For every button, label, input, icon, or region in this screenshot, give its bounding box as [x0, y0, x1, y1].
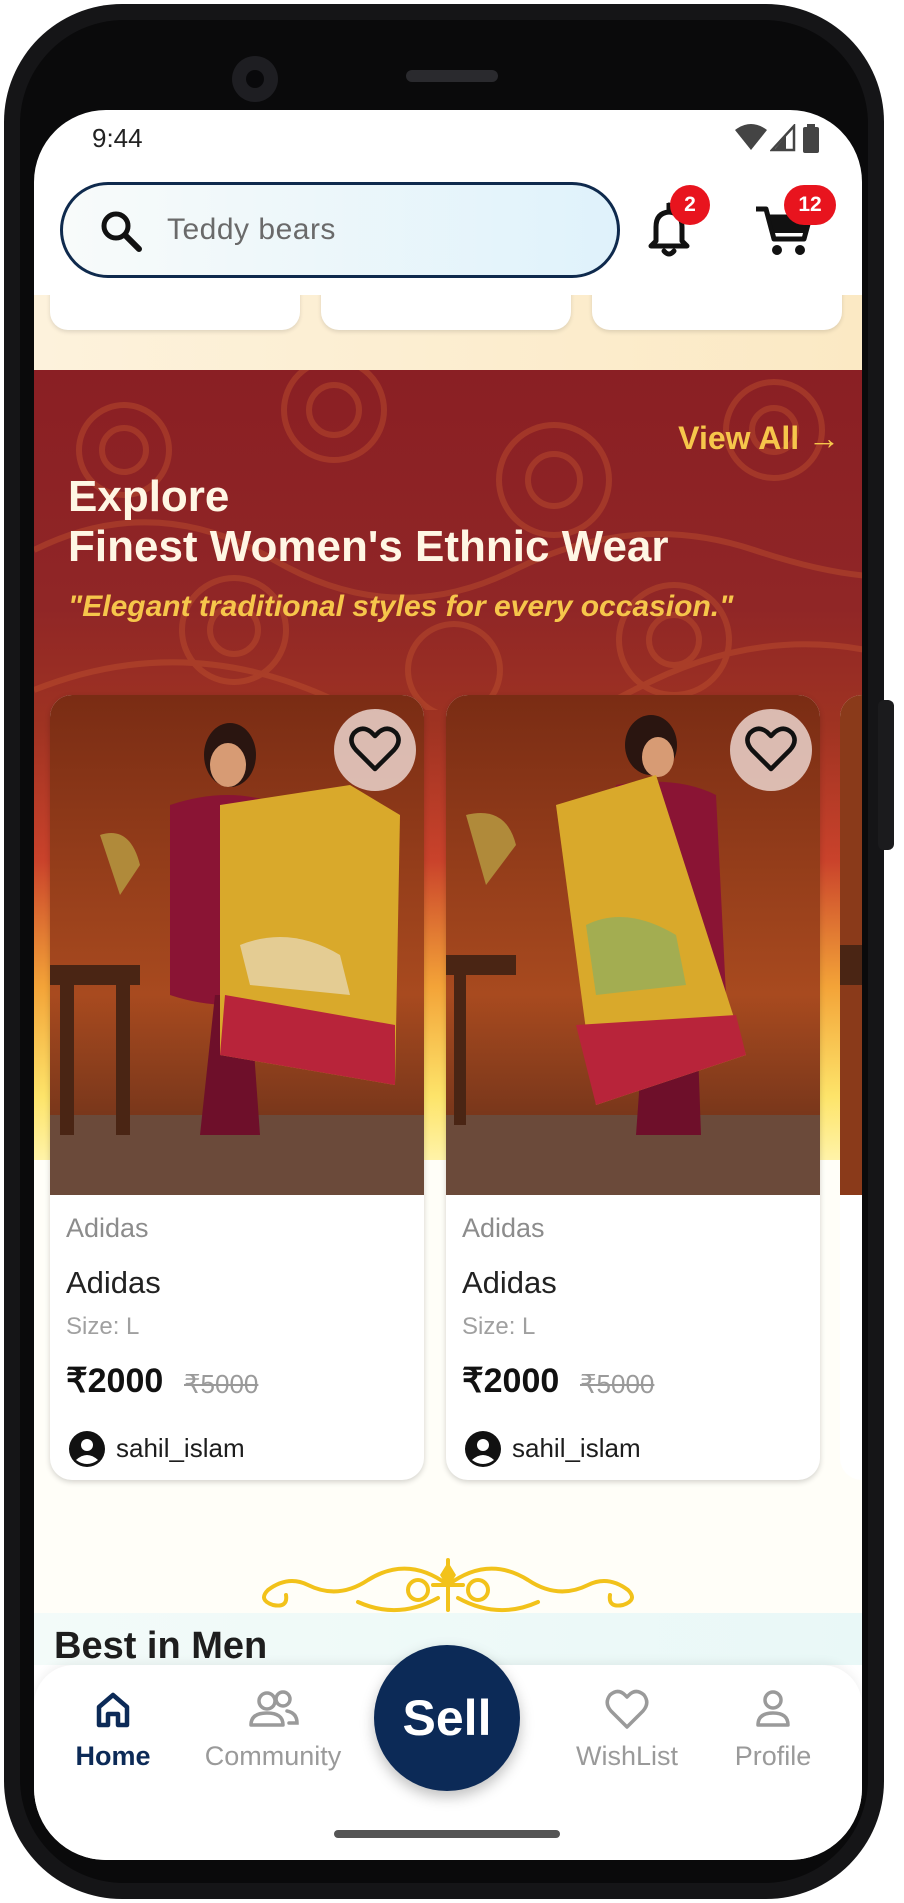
product-brand: Adidas [462, 1213, 545, 1243]
front-camera [232, 56, 278, 102]
power-button [878, 700, 894, 850]
product-original-price: ₹5000 [184, 1369, 259, 1399]
status-bar: 9:44 [34, 110, 862, 170]
banner-title-line2: Finest Women's Ethnic Wear [68, 522, 669, 571]
wifi-icon [735, 124, 767, 150]
banner-title-line1: Explore [68, 472, 230, 521]
search-bar[interactable]: Teddy bears [60, 182, 620, 278]
seller-avatar-icon [465, 1431, 501, 1467]
nav-profile-label: Profile [734, 1741, 812, 1771]
section-title: Best in Men [54, 1625, 268, 1665]
status-time: 9:44 [92, 123, 143, 153]
product-size: Size: L [66, 1313, 140, 1340]
banner-title: Explore Finest Women's Ethnic Wear [68, 472, 669, 572]
nav-wishlist-label: WishList [575, 1741, 678, 1771]
wishlist-toggle[interactable] [730, 709, 812, 791]
seller-name[interactable]: sahil_islam [512, 1433, 641, 1464]
view-all-link[interactable]: View All → [678, 420, 840, 457]
product-card-partial[interactable] [840, 695, 862, 1480]
nav-home[interactable]: Home [34, 1665, 193, 1785]
home-feed[interactable]: View All → Explore Finest Women's Ethnic… [34, 295, 862, 1665]
search-input[interactable]: Teddy bears [167, 185, 336, 275]
category-strip [34, 295, 862, 370]
nav-community[interactable]: Community [193, 1665, 353, 1785]
product-card[interactable]: Adidas Adidas Size: L ₹2000 ₹5000 sahil_… [50, 695, 424, 1480]
cellular-signal-icon [770, 124, 796, 152]
seller-name[interactable]: sahil_islam [116, 1433, 245, 1464]
heart-icon [745, 726, 797, 772]
category-card[interactable] [50, 295, 300, 330]
sell-button[interactable]: Sell [374, 1645, 520, 1791]
product-name: Adidas [66, 1265, 161, 1300]
nav-profile[interactable]: Profile [693, 1665, 853, 1785]
home-icon [96, 1692, 130, 1728]
wishlist-toggle[interactable] [334, 709, 416, 791]
product-original-price: ₹5000 [580, 1369, 655, 1399]
decorative-divider [262, 1558, 634, 1612]
product-price: ₹2000 [66, 1362, 164, 1400]
cart-button[interactable]: 12 [750, 185, 836, 265]
battery-icon [803, 124, 819, 153]
heart-icon [349, 726, 401, 772]
nav-home-label: Home [75, 1741, 151, 1771]
community-icon [249, 1690, 299, 1727]
seller-avatar-icon [69, 1431, 105, 1467]
cart-badge: 12 [784, 185, 836, 225]
product-price: ₹2000 [462, 1362, 560, 1400]
earpiece-speaker [406, 70, 498, 82]
notifications-badge: 2 [670, 185, 710, 225]
product-brand: Adidas [66, 1213, 149, 1243]
notifications-button[interactable]: 2 [634, 185, 710, 265]
product-card[interactable]: Adidas Adidas Size: L ₹2000 ₹5000 sahil_… [446, 695, 820, 1480]
heart-icon [605, 1689, 649, 1729]
nav-wishlist[interactable]: WishList [547, 1665, 707, 1785]
profile-icon [756, 1690, 790, 1727]
banner-subtitle: "Elegant traditional styles for every oc… [68, 590, 734, 623]
category-card[interactable] [592, 295, 842, 330]
app-screen: 9:44 Teddy bears 2 12 View All → Explore… [34, 110, 862, 1860]
product-name: Adidas [462, 1265, 557, 1300]
nav-community-label: Community [204, 1741, 342, 1771]
search-icon [101, 211, 142, 252]
home-indicator[interactable] [334, 1830, 560, 1838]
product-image [840, 695, 862, 1195]
product-size: Size: L [462, 1313, 536, 1340]
category-card[interactable] [321, 295, 571, 330]
